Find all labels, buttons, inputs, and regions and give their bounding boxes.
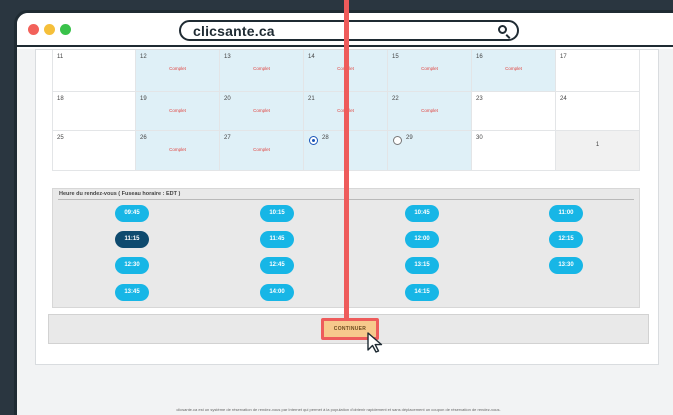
calendar-day-cell[interactable]: 12 Complet: [136, 50, 220, 92]
calendar-day-number: 30: [476, 135, 483, 141]
address-bar[interactable]: clicsante.ca: [179, 20, 519, 41]
close-dot-icon[interactable]: [28, 24, 39, 35]
calendar-day-cell[interactable]: 19 Complet: [136, 92, 220, 131]
action-bar: CONTINUER: [48, 314, 649, 344]
highlight-pointer-line: [344, 0, 349, 318]
calendar-day-cell[interactable]: 20 Complet: [220, 92, 304, 131]
calendar-day-cell: 30: [472, 131, 556, 171]
time-slots-title: Heure du rendez-vous ( Fuseau horaire : …: [59, 191, 181, 197]
time-slot-button[interactable]: 14:15: [405, 284, 439, 301]
calendar-day-number: 12: [140, 54, 147, 60]
calendar-day-number: 13: [224, 54, 231, 60]
time-slot-button[interactable]: 12:30: [115, 257, 149, 274]
day-status-label: Complet: [421, 66, 438, 71]
calendar-day-cell[interactable]: 26 Complet: [136, 131, 220, 171]
calendar-day-number: 18: [57, 96, 64, 102]
time-slot-button[interactable]: 11:15: [115, 231, 149, 248]
calendar-day-cell[interactable]: 15 Complet: [388, 50, 472, 92]
calendar-day-number: 17: [560, 54, 567, 60]
day-status-label: Complet: [421, 108, 438, 113]
time-slot-button[interactable]: 11:45: [260, 231, 294, 248]
day-status-label: Complet: [253, 66, 270, 71]
calendar-day-number: 26: [140, 135, 147, 141]
calendar-day-cell[interactable]: 13 Complet: [220, 50, 304, 92]
calendar-day-number: 20: [224, 96, 231, 102]
day-radio-button[interactable]: [393, 136, 402, 145]
time-slot-button[interactable]: 09:45: [115, 205, 149, 222]
calendar-day-number: 1: [595, 142, 600, 148]
calendar-day-cell[interactable]: 16 Complet: [472, 50, 556, 92]
calendar-day-cell: 17: [556, 50, 640, 92]
mouse-cursor-icon: [367, 332, 383, 353]
calendar-day-number: 14: [308, 54, 315, 60]
time-slot-button[interactable]: 13:30: [549, 257, 583, 274]
time-slot-button[interactable]: 12:00: [405, 231, 439, 248]
calendar-day-cell[interactable]: 29: [388, 131, 472, 171]
calendar-day-number: 15: [392, 54, 399, 60]
time-slot-button[interactable]: 12:45: [260, 257, 294, 274]
day-status-label: Complet: [253, 108, 270, 113]
time-slot-button[interactable]: 11:00: [549, 205, 583, 222]
calendar-day-cell[interactable]: 27 Complet: [220, 131, 304, 171]
calendar-day-number: 21: [308, 96, 315, 102]
calendar-day-cell: 24: [556, 92, 640, 131]
day-status-label: Complet: [169, 147, 186, 152]
calendar-day-number: 25: [57, 135, 64, 141]
day-status-label: Complet: [169, 66, 186, 71]
calendar-day-number: 22: [392, 96, 399, 102]
time-slot-button[interactable]: 10:15: [260, 205, 294, 222]
calendar-day-cell: 1: [556, 131, 640, 171]
zoom-dot-icon[interactable]: [60, 24, 71, 35]
time-slot-button[interactable]: 12:15: [549, 231, 583, 248]
day-status-label: Complet: [505, 66, 522, 71]
calendar-day-number: 11: [57, 54, 64, 60]
calendar-day-number: 16: [476, 54, 483, 60]
search-icon[interactable]: [498, 25, 507, 34]
day-status-label: Complet: [253, 147, 270, 152]
minimize-dot-icon[interactable]: [44, 24, 55, 35]
calendar-day-number: 29: [406, 135, 413, 141]
day-radio-button[interactable]: [309, 136, 318, 145]
calendar-day-number: 23: [476, 96, 483, 102]
calendar-day-cell: 18: [52, 92, 136, 131]
calendar-day-number: 28: [322, 135, 329, 141]
footer-disclaimer: clicsante.ca est un système de réservati…: [176, 407, 501, 412]
calendar-day-cell[interactable]: 22 Complet: [388, 92, 472, 131]
address-bar-url: clicsante.ca: [193, 23, 275, 39]
time-slot-button[interactable]: 13:45: [115, 284, 149, 301]
calendar-day-cell: 23: [472, 92, 556, 131]
time-slot-button[interactable]: 10:45: [405, 205, 439, 222]
calendar-day-cell: 11: [52, 50, 136, 92]
day-status-label: Complet: [169, 108, 186, 113]
calendar-day-number: 27: [224, 135, 231, 141]
calendar-day-number: 19: [140, 96, 147, 102]
calendar-day-number: 24: [560, 96, 567, 102]
calendar-day-cell: 25: [52, 131, 136, 171]
time-slot-button[interactable]: 14:00: [260, 284, 294, 301]
time-slot-button[interactable]: 13:15: [405, 257, 439, 274]
